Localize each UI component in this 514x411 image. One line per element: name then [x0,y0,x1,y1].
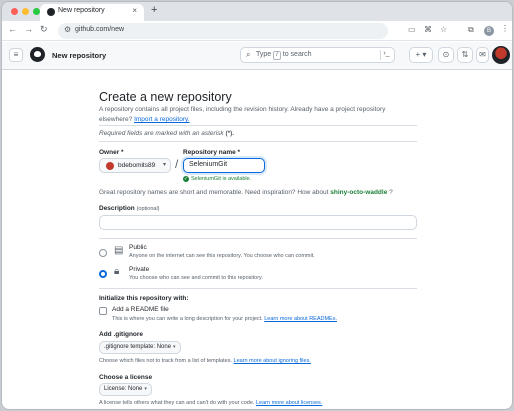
tab-title: New repository [58,7,105,14]
back-arrow-icon[interactable]: ← [8,24,17,34]
owner-dropdown[interactable]: bdebomits89 ▾ [99,158,171,173]
gitignore-description: Choose which files not to track from a l… [99,358,311,364]
close-window-button[interactable] [11,8,18,15]
maximize-window-button[interactable] [33,8,40,15]
divider [99,125,417,126]
github-favicon-icon [47,8,55,16]
forward-arrow-icon[interactable]: → [24,24,33,34]
issues-icon[interactable]: ⊙ [438,47,454,63]
url-text: github.com/new [75,26,125,33]
name-suggestion-text: Great repository names are short and mem… [99,189,393,196]
translate-icon[interactable]: ⌘ [424,25,432,34]
search-icon: ⌕ [246,50,251,59]
new-tab-button[interactable]: + [151,4,157,16]
owner-value: bdebomits89 [118,162,156,169]
license-dropdown[interactable]: License: None ▾ [99,383,152,396]
lock-icon: 🔒︎ [114,266,120,277]
divider [99,288,417,289]
tab-strip: New repository × + [2,2,512,21]
page-description: A repository contains all project files,… [99,106,386,123]
private-radio[interactable] [99,270,107,278]
github-logo-icon[interactable] [30,47,45,62]
owner-label: Owner * [99,149,124,156]
github-search-input[interactable]: ⌕ Type / to search ›_ [240,47,395,63]
chevron-down-icon: ▾ [173,344,176,350]
browser-tab[interactable]: New repository × [40,4,144,21]
required-note: Required fields are marked with an aster… [99,130,235,137]
owner-avatar [106,162,114,170]
browser-window: New repository × + ← → ↻ ⚙ github.com/ne… [1,1,513,410]
license-description: A license tells others what they can and… [99,400,323,406]
site-info-icon[interactable]: ⚙ [64,25,71,34]
repo-name-input[interactable]: SeleniumGit [183,158,265,173]
reload-icon[interactable]: ↻ [40,24,48,35]
licenses-link[interactable]: Learn more about licenses. [256,400,322,406]
import-repository-link[interactable]: Import a repository. [134,116,190,123]
readme-checkbox[interactable] [99,307,107,315]
repo-name-label: Repository name * [183,149,241,156]
inbox-icon[interactable]: ✉ [476,47,489,63]
init-heading: Initialize this repository with: [99,295,189,302]
description-input[interactable] [99,215,417,230]
public-radio[interactable] [99,249,107,257]
private-description: You choose who can see and commit to thi… [129,275,263,281]
owner-repo-separator: / [175,157,179,171]
repo-book-icon: ▤ [114,245,124,256]
address-bar[interactable]: ⚙ github.com/new [58,23,388,39]
header-title: New repository [52,51,107,60]
command-palette-icon[interactable]: ›_ [380,50,392,60]
license-heading: Choose a license [99,374,153,381]
suggested-name[interactable]: shiny-octo-waddle [330,189,387,196]
tab-close-icon[interactable]: × [132,6,137,15]
divider [99,238,417,239]
divider [99,141,417,142]
hamburger-menu-icon[interactable]: ≡ [9,48,23,62]
chevron-down-icon: ▾ [144,386,147,392]
github-header: ≡ New repository ⌕ Type / to search ›_ +… [2,42,512,70]
private-title: Private [129,266,150,273]
bookmark-star-icon[interactable]: ☆ [440,25,447,34]
user-avatar[interactable] [492,46,510,64]
availability-message: ✓ SeleniumGit is available. [183,176,252,182]
gitignore-template-dropdown[interactable]: .gitignore template: None ▾ [99,341,181,354]
gitignore-heading: Add .gitignore [99,331,144,338]
browser-menu-icon[interactable]: ⋮ [501,24,509,33]
public-description: Anyone on the internet can see this repo… [129,253,315,259]
extensions-icon[interactable]: ⧉ [468,25,474,35]
cast-icon[interactable]: ▭ [408,25,416,34]
address-bar-row: ← → ↻ ⚙ github.com/new ▭ ⌘ ☆ ⧉ B ⋮ [2,21,512,41]
public-title: Public [129,244,147,251]
pull-requests-icon[interactable]: ⇅ [457,47,473,63]
search-placeholder: Type / to search [256,51,312,60]
check-circle-icon: ✓ [183,176,189,182]
page-title: Create a new repository [99,90,232,104]
browser-profile-avatar[interactable]: B [484,26,494,36]
description-label: Description (optional) [99,205,160,212]
readme-label: Add a README file [112,306,169,313]
minimize-window-button[interactable] [22,8,29,15]
readme-description: This is where you can write a long descr… [112,316,338,322]
chevron-down-icon: ▾ [162,162,166,168]
readme-learn-more-link[interactable]: Learn more about READMEs. [264,316,337,322]
ignoring-files-link[interactable]: Learn more about ignoring files. [234,358,311,364]
create-new-button[interactable]: + ▾ [409,47,433,63]
